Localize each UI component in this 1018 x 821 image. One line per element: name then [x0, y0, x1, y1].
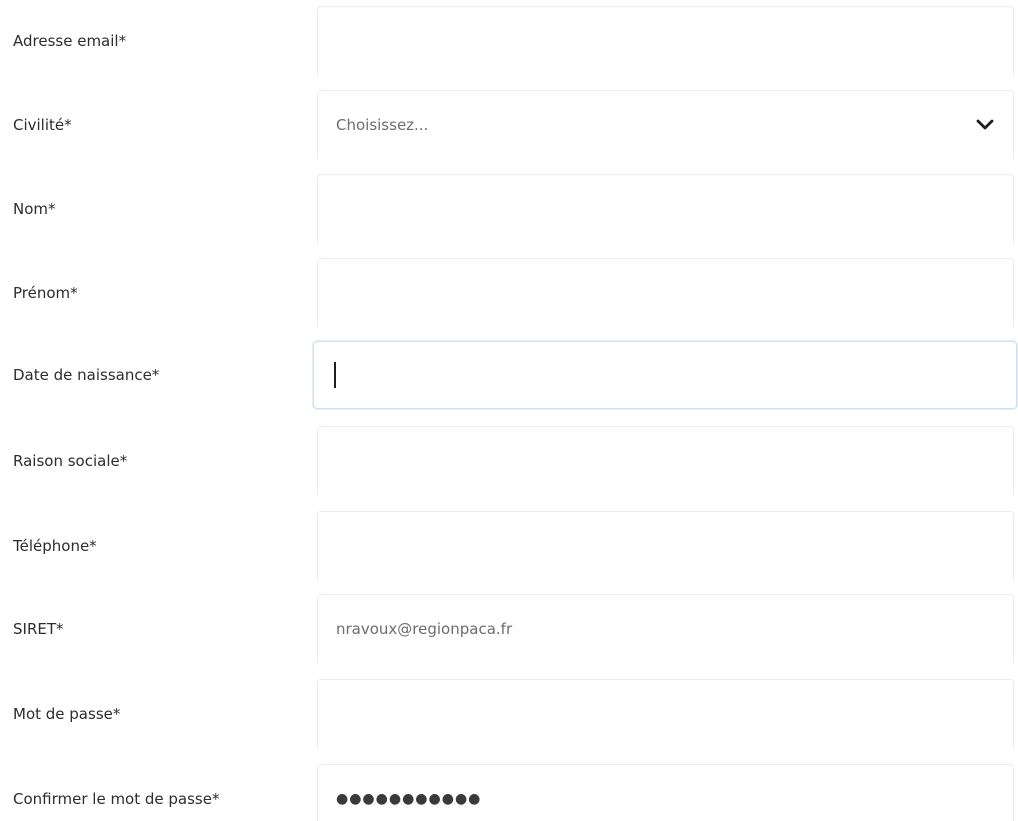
prenom-label: Prénom* — [13, 284, 78, 302]
confirm-password-mask: ●●●●●●●●●●● — [336, 791, 482, 807]
form-row-telephone: Téléphone* — [0, 511, 1018, 581]
civilite-select[interactable]: Choisissez... — [317, 90, 1014, 160]
birthdate-field[interactable] — [313, 341, 1017, 409]
form-row-siret: SIRET* nravoux@regionpaca.fr — [0, 594, 1018, 664]
confirm-password-field[interactable]: ●●●●●●●●●●● — [317, 764, 1014, 821]
telephone-field[interactable] — [317, 511, 1014, 581]
text-caret — [334, 362, 336, 388]
form-row-date: Date de naissance* — [0, 340, 1018, 410]
raison-sociale-field[interactable] — [317, 426, 1014, 496]
email-label: Adresse email* — [13, 32, 127, 50]
form-row-prenom: Prénom* — [0, 258, 1018, 328]
password-label: Mot de passe* — [13, 705, 121, 723]
email-field[interactable] — [317, 6, 1014, 76]
password-field[interactable] — [317, 679, 1014, 749]
form-row-civilite: Civilité* Choisissez... — [0, 90, 1018, 160]
registration-form: Adresse email* Civilité* Choisissez... N… — [0, 0, 1018, 821]
raison-label: Raison sociale* — [13, 452, 128, 470]
siret-field[interactable]: nravoux@regionpaca.fr — [317, 594, 1014, 664]
chevron-down-icon — [976, 119, 994, 130]
form-row-raison: Raison sociale* — [0, 426, 1018, 496]
form-row-confirm: Confirmer le mot de passe* ●●●●●●●●●●● — [0, 764, 1018, 821]
confirm-password-label: Confirmer le mot de passe* — [13, 790, 220, 808]
telephone-label: Téléphone* — [13, 537, 97, 555]
date-label: Date de naissance* — [13, 366, 160, 384]
nom-label: Nom* — [13, 200, 56, 218]
form-row-nom: Nom* — [0, 174, 1018, 244]
nom-field[interactable] — [317, 174, 1014, 244]
prenom-field[interactable] — [317, 258, 1014, 328]
form-row-email: Adresse email* — [0, 6, 1018, 76]
siret-label: SIRET* — [13, 620, 64, 638]
siret-value: nravoux@regionpaca.fr — [336, 620, 513, 638]
civilite-selected-value: Choisissez... — [336, 116, 429, 134]
form-row-password: Mot de passe* — [0, 679, 1018, 749]
civilite-label: Civilité* — [13, 116, 72, 134]
